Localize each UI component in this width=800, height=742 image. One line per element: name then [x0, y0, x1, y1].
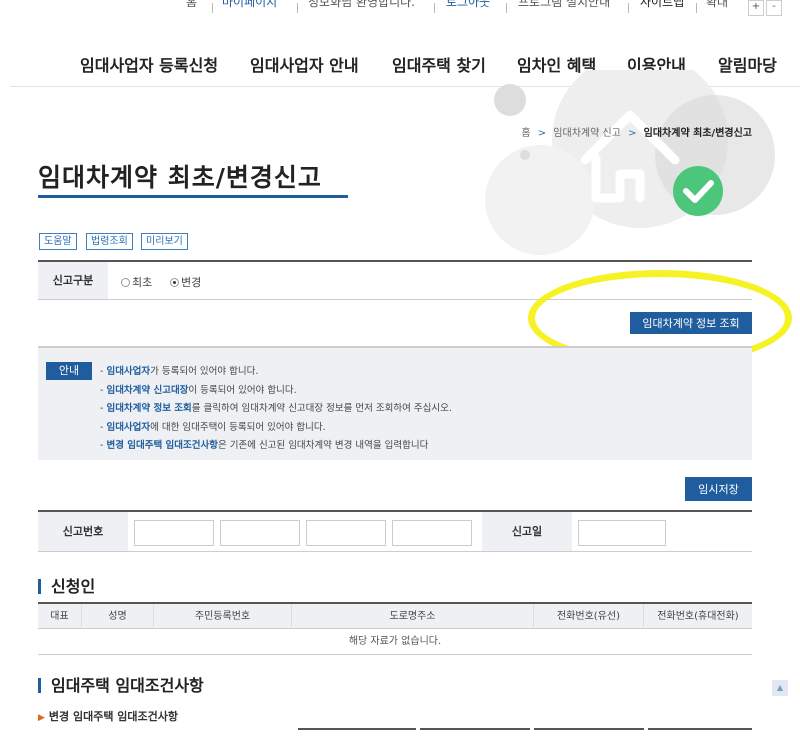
- table-header-row: 대표 성명 주민등록번호 도로명주소 전화번호(유선) 전화번호(휴대전화): [38, 604, 752, 629]
- divider: [506, 3, 507, 13]
- util-install-link[interactable]: 프로그램 설치안내: [518, 0, 610, 10]
- breadcrumb-home[interactable]: 홈: [521, 128, 530, 139]
- temp-save-button[interactable]: 임시저장: [685, 477, 752, 501]
- notice-item: - 임대차계약 정보 조회를 클릭하여 임대차계약 신고대장 정보를 먼저 조회…: [100, 403, 452, 414]
- radio-initial-label: 최초: [132, 276, 153, 289]
- nav-item-find-housing[interactable]: 임대주택 찾기: [392, 52, 486, 76]
- rental-sub-title-text: 변경 임대주택 임대조건사항: [48, 710, 179, 723]
- table-top-border: [298, 728, 416, 734]
- notice-badge: 안내: [46, 362, 92, 380]
- notice-item: - 임대사업자가 등록되어 있어야 합니다.: [100, 366, 259, 377]
- col-road-address: 도로명주소: [292, 604, 534, 629]
- zoom-in-button[interactable]: +: [748, 0, 764, 16]
- table-top-border: [648, 728, 752, 734]
- table-top-border: [534, 728, 644, 734]
- util-zoom-label: 확대: [706, 0, 729, 9]
- col-resident-number: 주민등록번호: [154, 604, 292, 629]
- header-visual: [480, 70, 800, 270]
- util-mypage-link[interactable]: 마이페이지: [222, 0, 277, 10]
- report-type-label: 신고구분: [38, 262, 108, 299]
- notice-item: - 변경 임대주택 임대조건사항은 기존에 신고된 임대차계약 변경 내역을 입…: [100, 440, 429, 451]
- applicant-table: 대표 성명 주민등록번호 도로명주소 전화번호(유선) 전화번호(휴대전화) 해…: [38, 602, 752, 655]
- breadcrumb-arrow-icon: >: [537, 128, 547, 139]
- notice-list: - 임대사업자가 등록되어 있어야 합니다. - 임대차계약 신고대장이 등록되…: [100, 363, 452, 456]
- util-home-link[interactable]: 홈: [186, 0, 197, 10]
- nav-item-landlord-info[interactable]: 임대사업자 안내: [250, 52, 359, 76]
- report-number-input-4[interactable]: [392, 520, 472, 546]
- radio-initial[interactable]: 최초: [121, 274, 152, 290]
- notice-item: - 임대차계약 신고대장이 등록되어 있어야 합니다.: [100, 384, 297, 396]
- divider: [696, 3, 697, 13]
- breadcrumb-current: 임대차계약 최초/변경신고: [643, 128, 752, 139]
- title-underline: [38, 195, 348, 198]
- check-icon: [673, 166, 723, 216]
- divider: [212, 3, 213, 13]
- notice-item: - 임대사업자에 대한 임대주택이 등록되어 있어야 합니다.: [100, 421, 326, 433]
- divider: [628, 3, 629, 13]
- report-number-input-1[interactable]: [134, 520, 214, 546]
- radio-change-label: 변경: [181, 276, 202, 289]
- report-number-row: 신고번호 신고일: [38, 510, 752, 552]
- util-sitemap-link[interactable]: 사이트맵: [640, 0, 684, 10]
- util-welcome-text: 청보화님 환영합니다.: [308, 0, 415, 9]
- rental-sub-title: ▶ 변경 임대주택 임대조건사항: [38, 708, 178, 724]
- utility-bar: 홈 마이페이지 청보화님 환영합니다. 로그아웃 프로그램 설치안내 사이트맵 …: [0, 0, 800, 24]
- page-title: 임대차계약 최초/변경신고: [38, 163, 322, 192]
- radio-change-circle[interactable]: [170, 278, 179, 287]
- radio-change[interactable]: 변경: [170, 274, 201, 290]
- report-number-label: 신고번호: [38, 512, 128, 551]
- report-number-input-3[interactable]: [306, 520, 386, 546]
- help-button[interactable]: 도움말: [39, 233, 77, 250]
- util-logout-link[interactable]: 로그아웃: [446, 0, 490, 10]
- breadcrumb: 홈 > 임대차계약 신고 > 임대차계약 최초/변경신고: [521, 124, 752, 139]
- triangle-icon: ▶: [38, 713, 45, 723]
- col-mobile: 전화번호(휴대전화): [657, 611, 739, 622]
- breadcrumb-parent[interactable]: 임대차계약 신고: [553, 128, 621, 139]
- col-representative: 대표: [38, 604, 82, 629]
- table-top-border: [420, 728, 530, 734]
- divider: [297, 3, 298, 13]
- zoom-out-button[interactable]: -: [766, 0, 782, 16]
- breadcrumb-arrow-icon: >: [628, 128, 637, 139]
- report-date-input[interactable]: [578, 520, 666, 546]
- radio-initial-circle[interactable]: [121, 278, 130, 287]
- report-number-input-2[interactable]: [220, 520, 300, 546]
- preview-button[interactable]: 미리보기: [141, 233, 188, 250]
- notice-box: 안내 - 임대사업자가 등록되어 있어야 합니다. - 임대차계약 신고대장이 …: [38, 346, 752, 460]
- scroll-top-button[interactable]: ▲: [772, 680, 788, 696]
- table-empty-row: 해당 자료가 없습니다.: [38, 629, 752, 655]
- report-date-label: 신고일: [482, 512, 572, 551]
- divider: [434, 3, 435, 13]
- nav-item-register[interactable]: 임대사업자 등록신청: [80, 52, 218, 76]
- col-phone: 전화번호(유선): [534, 604, 644, 629]
- law-lookup-button[interactable]: 법령조회: [86, 233, 133, 250]
- applicant-section-title: 신청인: [38, 573, 95, 597]
- col-name: 성명: [82, 604, 154, 629]
- rental-section-title: 임대주택 임대조건사항: [38, 672, 204, 696]
